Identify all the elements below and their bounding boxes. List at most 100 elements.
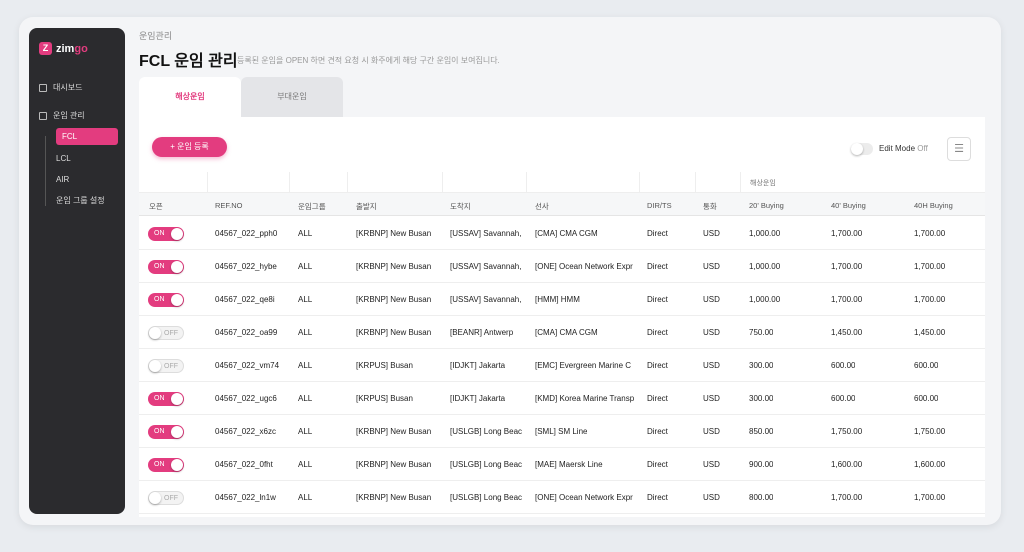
col-origin[interactable]: 출발지 bbox=[356, 201, 377, 212]
cell-currency: USD bbox=[703, 328, 720, 337]
cell-20-buying: 750.00 bbox=[749, 328, 774, 337]
cell-ref: 04567_022_qe8i bbox=[215, 295, 275, 304]
cell-40-buying: 1,700.00 bbox=[831, 295, 863, 304]
cell-40-buying: 1,450.00 bbox=[831, 328, 863, 337]
col-group[interactable]: 운임그룹 bbox=[298, 201, 326, 212]
cell-carrier: [CMA] CMA CGM bbox=[535, 229, 598, 238]
table-row[interactable]: OFF 04567_022_vm74 ALL [KRPUS] Busan [IDJKT]… bbox=[139, 349, 985, 382]
toggle-knob bbox=[149, 360, 161, 372]
cell-origin: [KRPUS] Busan bbox=[356, 394, 413, 403]
col-40-buying[interactable]: 40' Buying bbox=[831, 201, 866, 210]
cell-currency: USD bbox=[703, 229, 720, 238]
cell-20-buying: 850.00 bbox=[749, 427, 774, 436]
cell-dir: Direct bbox=[647, 262, 668, 271]
cell-destination: [USLGB] Long Beac bbox=[450, 493, 523, 502]
cell-ref: 04567_022_hybe bbox=[215, 262, 277, 271]
tab-ocean-freight[interactable]: 해상운임 bbox=[139, 77, 241, 117]
cell-20-buying: 300.00 bbox=[749, 361, 774, 370]
cell-20-buying: 900.00 bbox=[749, 460, 774, 469]
cell-carrier: [KMD] Korea Marine Transp bbox=[535, 394, 635, 403]
toggle-knob bbox=[171, 261, 183, 273]
cell-destination: [USSAV] Savannah, bbox=[450, 229, 522, 238]
col-open[interactable]: 오픈 bbox=[149, 201, 163, 212]
sidebar-subitem-lcl[interactable]: LCL bbox=[56, 154, 71, 163]
cell-40-buying: 1,750.00 bbox=[831, 427, 863, 436]
tab-surcharge[interactable]: 부대운임 bbox=[241, 77, 343, 117]
open-toggle[interactable]: ON bbox=[148, 293, 184, 307]
settings-button[interactable]: ☰ bbox=[947, 137, 971, 161]
edit-mode-toggle[interactable] bbox=[851, 143, 873, 155]
cell-group: ALL bbox=[298, 328, 313, 337]
cell-carrier: [ONE] Ocean Network Expr bbox=[535, 493, 633, 502]
add-rate-button[interactable]: + 운임 등록 bbox=[152, 137, 227, 157]
edit-mode-label: Edit Mode Off bbox=[879, 144, 928, 153]
col-carrier[interactable]: 선사 bbox=[535, 201, 549, 212]
sidebar-subitem-air[interactable]: AIR bbox=[56, 175, 69, 184]
cell-currency: USD bbox=[703, 394, 720, 403]
open-toggle[interactable]: ON bbox=[148, 392, 184, 406]
cell-40-buying: 1,600.00 bbox=[831, 460, 863, 469]
toggle-label: ON bbox=[154, 395, 165, 402]
toggle-label: ON bbox=[154, 296, 165, 303]
cell-ref: 04567_022_pph0 bbox=[215, 229, 278, 238]
table-row[interactable]: ON 04567_022_0fht ALL [KRBNP] New Busan [USL… bbox=[139, 448, 985, 481]
table-row[interactable]: ON 04567_022_qe8i ALL [KRBNP] New Busan [USS… bbox=[139, 283, 985, 316]
open-toggle[interactable]: OFF bbox=[148, 491, 184, 505]
cell-dir: Direct bbox=[647, 361, 668, 370]
document-icon bbox=[39, 111, 47, 120]
cell-destination: [IDJKT] Jakarta bbox=[450, 361, 506, 370]
cell-origin: [KRBNP] New Busan bbox=[356, 229, 432, 238]
sidebar-item-rate-management[interactable]: 운임 관리 bbox=[39, 110, 85, 121]
cell-origin: [KRBNP] New Busan bbox=[356, 460, 432, 469]
col-40h-buying[interactable]: 40H Buying bbox=[914, 201, 953, 210]
sidebar-item-dashboard[interactable]: 대시보드 bbox=[39, 82, 82, 93]
col-currency[interactable]: 통화 bbox=[703, 201, 717, 212]
table-row[interactable]: OFF 04567_022_oa99 ALL [KRBNP] New Busan [BE… bbox=[139, 316, 985, 349]
open-toggle[interactable]: OFF bbox=[148, 359, 184, 373]
col-destination[interactable]: 도착지 bbox=[450, 201, 471, 212]
col-20-buying[interactable]: 20' Buying bbox=[749, 201, 784, 210]
cell-40h-buying: 1,700.00 bbox=[914, 262, 946, 271]
cell-currency: USD bbox=[703, 295, 720, 304]
cell-origin: [KRBNP] New Busan bbox=[356, 328, 432, 337]
table-row[interactable]: ON 04567_022_pph0 ALL [KRBNP] New Busan [USS… bbox=[139, 217, 985, 250]
page-subtitle: 등록된 운임을 OPEN 하면 견적 요청 시 화주에게 해당 구간 운임이 보… bbox=[237, 56, 500, 65]
cell-20-buying: 800.00 bbox=[749, 493, 774, 502]
col-ref[interactable]: REF.NO bbox=[215, 201, 243, 210]
open-toggle[interactable]: ON bbox=[148, 260, 184, 274]
cell-carrier: [HMM] HMM bbox=[535, 295, 580, 304]
cell-currency: USD bbox=[703, 493, 720, 502]
sidebar-subitem-rate-group[interactable]: 운임 그룹 설정 bbox=[56, 195, 105, 206]
cell-carrier: [EMC] Evergreen Marine C bbox=[535, 361, 632, 370]
cell-dir: Direct bbox=[647, 394, 668, 403]
open-toggle[interactable]: ON bbox=[148, 458, 184, 472]
table-row[interactable]: ON 04567_022_hybe ALL [KRBNP] New Busan [USS… bbox=[139, 250, 985, 283]
toggle-knob bbox=[171, 228, 183, 240]
toggle-label: ON bbox=[154, 230, 165, 237]
open-toggle[interactable]: ON bbox=[148, 227, 184, 241]
logo[interactable]: Z zimgo bbox=[39, 42, 88, 55]
logo-text: zimgo bbox=[56, 42, 88, 55]
cell-ref: 04567_022_0fht bbox=[215, 460, 273, 469]
cell-20-buying: 1,000.00 bbox=[749, 229, 781, 238]
cell-destination: [BEANR] Antwerp bbox=[450, 328, 514, 337]
open-toggle[interactable]: OFF bbox=[148, 326, 184, 340]
cell-40h-buying: 1,700.00 bbox=[914, 295, 946, 304]
cell-ref: 04567_022_x6zc bbox=[215, 427, 276, 436]
toggle-knob bbox=[149, 327, 161, 339]
cell-40-buying: 600.00 bbox=[831, 361, 856, 370]
table-header: 오픈 REF.NO 운임그룹 출발지 도착지 선사 DIR/TS 통화 20' … bbox=[139, 192, 985, 216]
cell-20-buying: 1,000.00 bbox=[749, 295, 781, 304]
table-row[interactable]: ON 04567_022_ugc6 ALL [KRPUS] Busan [IDJKT] … bbox=[139, 382, 985, 415]
cell-40h-buying: 1,450.00 bbox=[914, 328, 946, 337]
open-toggle[interactable]: ON bbox=[148, 425, 184, 439]
table-row[interactable]: ON 04567_022_x6zc ALL [KRBNP] New Busan [USL… bbox=[139, 415, 985, 448]
cell-destination: [USSAV] Savannah, bbox=[450, 262, 522, 271]
cell-40h-buying: 1,700.00 bbox=[914, 493, 946, 502]
sidebar-subitem-fcl[interactable]: FCL bbox=[56, 128, 118, 145]
table-row[interactable]: OFF 04567_022_ln1w ALL [KRBNP] New Busan [US… bbox=[139, 481, 985, 514]
cell-origin: [KRBNP] New Busan bbox=[356, 262, 432, 271]
cell-destination: [USSAV] Savannah, bbox=[450, 295, 522, 304]
col-dir[interactable]: DIR/TS bbox=[647, 201, 672, 210]
cell-group: ALL bbox=[298, 262, 313, 271]
